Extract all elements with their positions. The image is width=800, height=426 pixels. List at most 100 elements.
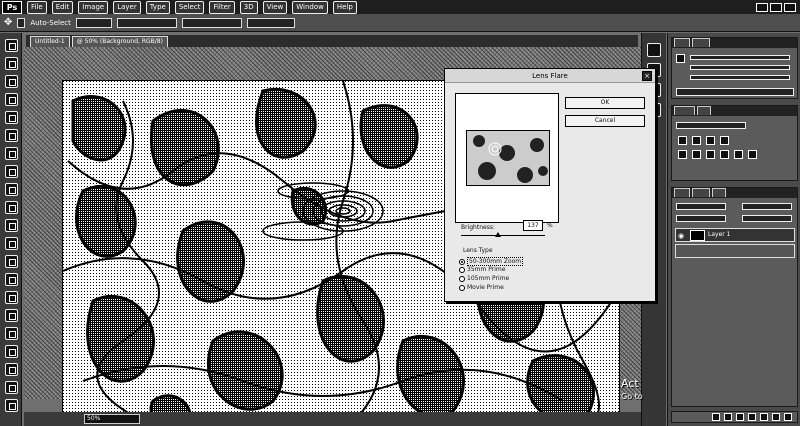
- zoom-level-field[interactable]: 50%: [84, 414, 140, 424]
- tab-color[interactable]: [674, 38, 690, 47]
- lens-type-option[interactable]: 105mm Prime: [459, 275, 509, 282]
- adjustment-heading: [676, 122, 746, 129]
- right-panels: ◉ Layer 1: [667, 33, 800, 426]
- tab-adjustments[interactable]: [674, 106, 695, 115]
- distribute-buttons[interactable]: [181, 17, 242, 28]
- lens-type-option[interactable]: Movie Prime: [459, 284, 504, 291]
- hue-adjust-icon[interactable]: [692, 150, 701, 159]
- menu-select[interactable]: Select: [174, 0, 205, 14]
- blur-tool[interactable]: [5, 255, 18, 268]
- shape-tool[interactable]: [5, 345, 18, 358]
- zoom-tool[interactable]: [5, 381, 18, 394]
- tab-paths[interactable]: [711, 188, 726, 197]
- exposure-adjust-icon[interactable]: [720, 136, 729, 145]
- marquee-tool[interactable]: [5, 57, 18, 70]
- menu-layer[interactable]: Layer: [113, 0, 141, 14]
- eye-icon[interactable]: ◉: [678, 232, 684, 240]
- brightness-slider-handle[interactable]: [495, 232, 502, 237]
- fill-field[interactable]: [742, 215, 792, 222]
- tab-swatches[interactable]: [691, 38, 710, 47]
- blend-mode-dropdown[interactable]: [676, 203, 726, 210]
- levels-adjust-icon[interactable]: [692, 136, 701, 145]
- group-icon[interactable]: [760, 413, 768, 421]
- history-panel-icon[interactable]: [647, 43, 661, 57]
- menu-window[interactable]: Window: [292, 0, 328, 14]
- move-tool[interactable]: [5, 39, 18, 52]
- color-swatches[interactable]: [5, 399, 18, 412]
- lasso-tool[interactable]: [5, 75, 18, 88]
- menu-edit[interactable]: Edit: [51, 0, 74, 14]
- menu-file[interactable]: File: [27, 0, 47, 14]
- trash-icon[interactable]: [784, 413, 792, 421]
- close-icon[interactable]: ×: [642, 71, 652, 81]
- photo-filter-adjust-icon[interactable]: [734, 150, 743, 159]
- history-brush-tool[interactable]: [5, 201, 18, 214]
- tab-layers[interactable]: [674, 188, 690, 197]
- menu-image[interactable]: Image: [78, 0, 109, 14]
- brightness-input[interactable]: 137: [523, 220, 543, 231]
- red-slider[interactable]: [690, 55, 790, 60]
- link-layers-icon[interactable]: [712, 413, 720, 421]
- foreground-color[interactable]: [676, 54, 685, 63]
- tab-masks[interactable]: [696, 106, 712, 115]
- pen-tool[interactable]: [5, 291, 18, 304]
- menu-3d[interactable]: 3D: [239, 0, 258, 14]
- brightness-slider[interactable]: [461, 232, 545, 237]
- lens-type-label: Lens Type: [463, 247, 493, 254]
- color-balance-adjust-icon[interactable]: [706, 150, 715, 159]
- brightness-adjust-icon[interactable]: [678, 136, 687, 145]
- brush-tool[interactable]: [5, 165, 18, 178]
- quick-select-tool[interactable]: [5, 93, 18, 106]
- preview-image: [467, 131, 549, 185]
- dodge-tool[interactable]: [5, 273, 18, 286]
- layer-row[interactable]: ◉ Layer 1: [675, 228, 795, 242]
- lens-type-option[interactable]: 50-300mm Zoom: [459, 257, 524, 266]
- opacity-field[interactable]: [742, 203, 792, 210]
- menu-filter[interactable]: Filter: [209, 0, 235, 14]
- color-ramp[interactable]: [676, 88, 794, 96]
- eraser-tool[interactable]: [5, 219, 18, 232]
- 3d-mode-buttons[interactable]: [246, 17, 295, 28]
- auto-select-checkbox[interactable]: [17, 17, 26, 28]
- healing-tool[interactable]: [5, 147, 18, 160]
- background-layer-row[interactable]: [675, 244, 795, 258]
- mask-icon[interactable]: [736, 413, 744, 421]
- eyedropper-tool[interactable]: [5, 129, 18, 142]
- adjustment-layer-icon[interactable]: [748, 413, 756, 421]
- tab-untitled[interactable]: Untitled-1: [30, 36, 70, 47]
- cancel-button[interactable]: Cancel: [565, 115, 645, 127]
- fx-icon[interactable]: [724, 413, 732, 421]
- new-layer-icon[interactable]: [772, 413, 780, 421]
- menu-view[interactable]: View: [262, 0, 288, 14]
- activation-watermark: Act: [621, 377, 639, 390]
- menu-help[interactable]: Help: [332, 0, 357, 14]
- channel-mixer-adjust-icon[interactable]: [748, 150, 757, 159]
- flare-preview[interactable]: [466, 130, 550, 186]
- vibrance-adjust-icon[interactable]: [678, 150, 687, 159]
- maximize-button[interactable]: [770, 2, 782, 12]
- curves-adjust-icon[interactable]: [706, 136, 715, 145]
- lens-type-option[interactable]: 35mm Prime: [459, 266, 505, 273]
- green-slider[interactable]: [690, 65, 790, 70]
- gradient-tool[interactable]: [5, 237, 18, 250]
- status-bar: 50%: [24, 412, 641, 426]
- clone-stamp-tool[interactable]: [5, 183, 18, 196]
- blue-slider[interactable]: [690, 75, 790, 80]
- radio-selected[interactable]: [459, 258, 465, 265]
- tab-document-title[interactable]: @ 50% (Background, RGB/8): [71, 36, 168, 47]
- auto-select-dropdown[interactable]: [75, 17, 112, 28]
- type-tool[interactable]: [5, 309, 18, 322]
- menu-type[interactable]: Type: [145, 0, 170, 14]
- path-select-tool[interactable]: [5, 327, 18, 340]
- ok-button[interactable]: OK: [565, 97, 645, 109]
- minimize-button[interactable]: [756, 2, 768, 12]
- align-buttons[interactable]: [116, 17, 177, 28]
- close-window-button[interactable]: [784, 2, 796, 12]
- bw-adjust-icon[interactable]: [720, 150, 729, 159]
- move-tool-icon[interactable]: ✥: [4, 17, 12, 28]
- hand-tool[interactable]: [5, 363, 18, 376]
- tab-channels[interactable]: [691, 188, 710, 197]
- brightness-label: Brightness:: [461, 224, 495, 231]
- crop-tool[interactable]: [5, 111, 18, 124]
- lock-buttons[interactable]: [676, 215, 726, 222]
